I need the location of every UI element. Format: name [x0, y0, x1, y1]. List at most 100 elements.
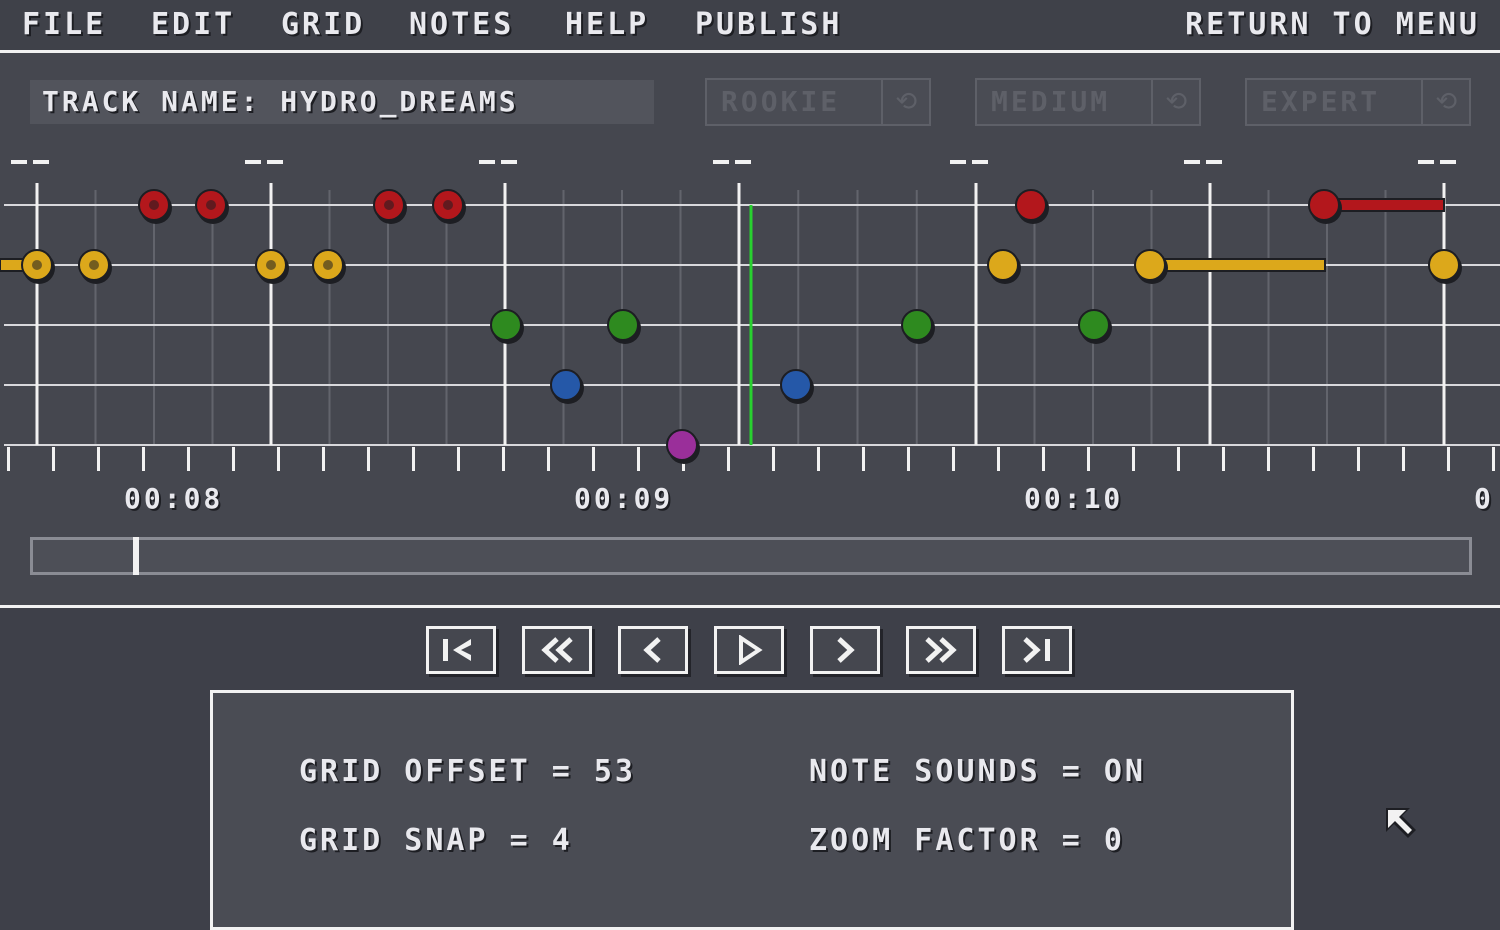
note-sounds-setting[interactable]: NOTE SOUNDS = ON	[809, 753, 1146, 791]
step-back-icon	[643, 637, 661, 663]
menu-publish[interactable]: PUBLISH	[695, 6, 842, 44]
note-red[interactable]	[1015, 189, 1047, 221]
ruler-tick	[142, 447, 145, 471]
difficulty-label: EXPERT	[1247, 80, 1424, 124]
grid-offset-setting[interactable]: GRID OFFSET = 53	[299, 753, 636, 791]
note-green[interactable]	[901, 309, 933, 341]
ruler-tick	[862, 447, 865, 471]
beat-marker	[267, 160, 283, 164]
grid-snap-setting[interactable]: GRID SNAP = 4	[299, 822, 573, 860]
track-name-field[interactable]: TRACK NAME: HYDRO_DREAMS	[30, 80, 654, 124]
ruler-tick	[1402, 447, 1405, 471]
settings-panel: GRID OFFSET = 53 GRID SNAP = 4 NOTE SOUN…	[210, 690, 1294, 930]
mouse-cursor-icon	[1386, 808, 1416, 838]
play-icon	[739, 635, 763, 665]
beat-marker	[1418, 160, 1434, 164]
beat-marker	[479, 160, 495, 164]
beat-marker	[11, 160, 27, 164]
ruler-tick	[727, 447, 730, 471]
ruler-tick	[97, 447, 100, 471]
difficulty-rookie-button[interactable]: ROOKIE ⟲	[705, 78, 931, 126]
ruler-tick	[1087, 447, 1090, 471]
ruler-tick	[1492, 447, 1495, 471]
scrollbar-thumb[interactable]	[133, 537, 139, 575]
difficulty-label: MEDIUM	[977, 80, 1154, 124]
note-yellow[interactable]	[1428, 249, 1460, 281]
step-forward-icon	[837, 637, 855, 663]
menu-notes[interactable]: NOTES	[409, 6, 514, 44]
fast-rewind-button[interactable]	[522, 626, 592, 674]
ruler-tick	[412, 447, 415, 471]
fast-forward-button[interactable]	[906, 626, 976, 674]
restore-icon: ⟲	[895, 87, 918, 117]
note-green[interactable]	[490, 309, 522, 341]
fast-forward-icon	[925, 637, 957, 663]
beat-marker	[245, 160, 261, 164]
ruler-tick	[1132, 447, 1135, 471]
note-center-dot	[89, 260, 99, 270]
ruler-tick	[232, 447, 235, 471]
ruler-tick	[952, 447, 955, 471]
play-button[interactable]	[714, 626, 784, 674]
editor-divider	[0, 605, 1500, 608]
note-center-dot	[323, 260, 333, 270]
difficulty-medium-button[interactable]: MEDIUM ⟲	[975, 78, 1201, 126]
beat-marker	[33, 160, 49, 164]
zoom-factor-setting[interactable]: ZOOM FACTOR = 0	[809, 822, 1125, 860]
ruler-tick	[187, 447, 190, 471]
note-center-dot	[206, 200, 216, 210]
note-blue[interactable]	[780, 369, 812, 401]
beat-marker	[1184, 160, 1200, 164]
difficulty-expert-button[interactable]: EXPERT ⟲	[1245, 78, 1471, 126]
note-green[interactable]	[1078, 309, 1110, 341]
ruler-tick	[637, 447, 640, 471]
note-chart[interactable]	[0, 140, 1500, 480]
note-red[interactable]	[1308, 189, 1340, 221]
beat-marker	[713, 160, 729, 164]
ruler-tick	[997, 447, 1000, 471]
note-yellow[interactable]	[987, 249, 1019, 281]
menu-edit[interactable]: EDIT	[151, 6, 235, 44]
skip-end-icon	[1023, 637, 1050, 663]
ruler-tick	[592, 447, 595, 471]
skip-to-end-button[interactable]	[1002, 626, 1072, 674]
ruler-tick	[52, 447, 55, 471]
beat-marker	[950, 160, 966, 164]
ruler-tick	[1357, 447, 1360, 471]
ruler-tick	[1267, 447, 1270, 471]
beat-marker	[1440, 160, 1456, 164]
ruler-tick	[502, 447, 505, 471]
step-back-button[interactable]	[618, 626, 688, 674]
ruler-tick	[1312, 447, 1315, 471]
ruler-tick	[817, 447, 820, 471]
ruler-tick	[1222, 447, 1225, 471]
return-to-menu-button[interactable]: RETURN TO MENU	[1185, 6, 1480, 44]
ruler-tick	[1042, 447, 1045, 471]
menu-file[interactable]: FILE	[22, 6, 106, 44]
ruler-tick	[7, 447, 10, 471]
note-yellow[interactable]	[1134, 249, 1166, 281]
skip-to-start-button[interactable]	[426, 626, 496, 674]
menu-grid[interactable]: GRID	[281, 6, 365, 44]
timeline-scrollbar[interactable]	[30, 537, 1472, 575]
beat-marker	[1206, 160, 1222, 164]
skip-start-icon	[443, 639, 471, 661]
note-center-dot	[384, 200, 394, 210]
restore-icon: ⟲	[1435, 87, 1458, 117]
note-green[interactable]	[607, 309, 639, 341]
difficulty-label: ROOKIE	[707, 80, 884, 124]
note-center-dot	[149, 200, 159, 210]
ruler-tick	[907, 447, 910, 471]
time-label: 00:09	[574, 482, 674, 515]
beat-marker	[501, 160, 517, 164]
sustain-bar-yellow	[1149, 258, 1326, 272]
menu-help[interactable]: HELP	[565, 6, 649, 44]
note-blue[interactable]	[550, 369, 582, 401]
note-purple[interactable]	[666, 429, 698, 461]
fast-rewind-icon	[541, 637, 573, 663]
beat-marker	[735, 160, 751, 164]
note-center-dot	[443, 200, 453, 210]
beat-marker	[972, 160, 988, 164]
step-forward-button[interactable]	[810, 626, 880, 674]
note-center-dot	[32, 260, 42, 270]
